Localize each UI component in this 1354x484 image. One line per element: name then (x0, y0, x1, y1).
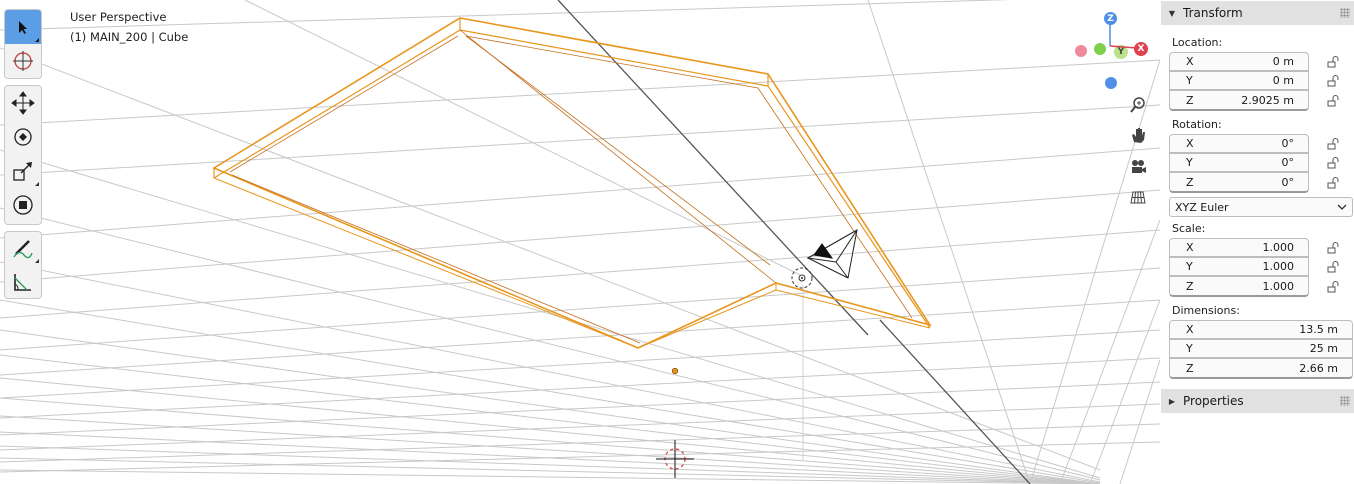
pencil-icon (13, 239, 33, 258)
rotation-y-field[interactable]: Y 0° (1169, 153, 1309, 172)
rotation-x-field[interactable]: X 0° (1169, 134, 1309, 153)
lock-icon[interactable] (1327, 177, 1339, 189)
dimension-x-field[interactable]: X 13.5 m (1169, 320, 1353, 339)
move-tool[interactable] (5, 86, 41, 120)
properties-header-label: Properties (1183, 394, 1244, 408)
gizmo-neg-x[interactable] (1075, 45, 1087, 57)
measure-tool[interactable] (5, 265, 41, 298)
drag-grip-icon[interactable] (1340, 396, 1350, 406)
lock-icon[interactable] (1327, 281, 1339, 293)
ruler-icon (14, 273, 31, 291)
rotation-z-field[interactable]: Z 0° (1169, 172, 1309, 193)
zoom-icon (1130, 97, 1145, 113)
rotate-icon (14, 128, 32, 146)
toolbar-group-transform (4, 85, 42, 225)
scale-tool[interactable] (5, 154, 41, 188)
toolbar-group-select (4, 9, 42, 79)
ortho-toggle-button[interactable] (1128, 187, 1148, 207)
object-info: (1) MAIN_200 | Cube (70, 30, 189, 44)
dimension-z-field[interactable]: Z 2.66 m (1169, 358, 1353, 379)
annotate-tool[interactable] (5, 232, 41, 265)
scale-z-field[interactable]: Z 1.000 (1169, 276, 1309, 297)
lock-icon[interactable] (1327, 95, 1339, 107)
gizmo-axis-lines (1109, 22, 1138, 49)
perspective-grid (0, 0, 1161, 484)
cursor-tool[interactable] (5, 44, 41, 78)
properties-panel-header[interactable]: ▶ Properties (1161, 389, 1354, 413)
collapse-triangle-icon: ▼ (1168, 8, 1176, 18)
expand-triangle-icon: ▶ (1168, 396, 1176, 406)
drag-grip-icon[interactable] (1340, 8, 1350, 18)
transform-header-label: Transform (1183, 6, 1243, 20)
camera-icon (1132, 160, 1146, 173)
lock-icon[interactable] (1327, 157, 1339, 169)
3d-viewport[interactable]: User Perspective (1) MAIN_200 | Cube (0, 0, 1354, 484)
selected-object-wireframe (212, 17, 932, 349)
3d-cursor (656, 440, 694, 478)
location-label: Location: (1172, 36, 1223, 49)
scale-icon (13, 162, 32, 181)
transform-tool[interactable] (5, 188, 41, 222)
chevron-down-icon (1337, 204, 1347, 210)
origin-dot (671, 367, 679, 375)
cursor-arrow-icon (19, 21, 27, 34)
rotation-label: Rotation: (1172, 118, 1222, 131)
location-z-field[interactable]: Z 2.9025 m (1169, 90, 1309, 111)
rotate-tool[interactable] (5, 120, 41, 154)
rotation-mode-select[interactable]: XYZ Euler (1169, 197, 1353, 217)
hand-pan-icon (1132, 128, 1145, 143)
transform-panel-header[interactable]: ▼ Transform (1161, 1, 1354, 25)
location-x-field[interactable]: X0 m (1169, 52, 1309, 71)
view-name: User Perspective (70, 10, 167, 24)
viewport-grid (0, 0, 1161, 484)
dimension-y-field[interactable]: Y 25 m (1169, 339, 1353, 358)
camera-view-button[interactable] (1128, 157, 1148, 177)
select-tool[interactable] (5, 10, 41, 44)
grid-ortho-icon (1130, 191, 1146, 204)
pan-button[interactable] (1128, 125, 1148, 145)
scale-y-field[interactable]: Y 1.000 (1169, 257, 1309, 276)
axis-lines (557, 0, 1031, 484)
sidebar-panel: ▼ Transform Location: X0 m Y0 m Z 2.9025 … (1160, 0, 1354, 484)
scale-label: Scale: (1172, 222, 1206, 235)
dimensions-label: Dimensions: (1172, 304, 1240, 317)
inner-wireframe (229, 29, 913, 344)
3d-cursor-icon (13, 51, 33, 71)
lock-icon[interactable] (1327, 261, 1339, 273)
toolbar-group-annotate (4, 231, 42, 299)
move-arrows-icon (11, 91, 35, 115)
lock-icon[interactable] (1327, 56, 1339, 68)
lock-icon[interactable] (1327, 75, 1339, 87)
gizmo-neg-z[interactable] (1105, 77, 1117, 89)
zoom-button[interactable] (1128, 95, 1148, 115)
location-y-field[interactable]: Y0 m (1169, 71, 1309, 90)
lock-icon[interactable] (1327, 138, 1339, 150)
scale-x-field[interactable]: X 1.000 (1169, 238, 1309, 257)
lock-icon[interactable] (1327, 242, 1339, 254)
transform-icon (13, 195, 33, 215)
